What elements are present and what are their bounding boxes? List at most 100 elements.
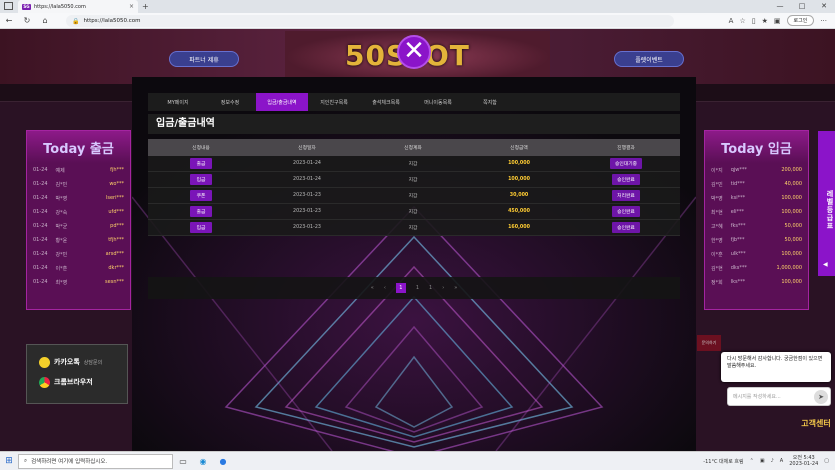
page-button[interactable]: 1	[416, 285, 419, 291]
last-page-button[interactable]: »	[454, 285, 457, 291]
edge-icon[interactable]: ◉	[193, 457, 213, 466]
cell-date: 2023-01-24	[293, 177, 321, 182]
lock-icon: 🔒	[72, 17, 80, 25]
withdrawal-name: 강*민	[55, 251, 68, 258]
modal-tab[interactable]: 입금/출금내역	[256, 93, 308, 111]
cell-status: 승인완료	[572, 222, 680, 233]
volume-icon[interactable]: ♪	[771, 458, 774, 464]
deposit-row: 한*영 fjb*** 50,000	[705, 233, 808, 247]
modal-tab[interactable]: MY페이지	[152, 93, 204, 111]
deposit-amount: 1,000,000	[776, 265, 802, 271]
cell-amount: 100,000	[508, 161, 530, 166]
inquiry-button[interactable]: 문의하기	[697, 335, 721, 351]
site-favicon-icon: SG	[22, 3, 31, 10]
browser-tab[interactable]: SG https://lala5050.com ×	[18, 0, 138, 13]
withdrawal-row: 01-24 박*균 pd***	[27, 219, 130, 233]
withdrawal-name: 박*영	[55, 195, 68, 202]
withdrawal-date: 01-24	[33, 195, 48, 201]
partner-button[interactable]: 파트너 제휴	[169, 51, 239, 67]
back-icon[interactable]: ←	[0, 16, 18, 25]
tray-chevron-icon[interactable]: ⌃	[750, 458, 754, 464]
chrome-taskbar-icon[interactable]: ●	[213, 457, 233, 466]
modal-tab[interactable]: 정보수정	[204, 93, 256, 111]
cell-account: 지갑	[408, 210, 418, 215]
deposit-user: lks***	[730, 279, 746, 285]
deposit-today-panel: Today 입금 이*지 qjw*** 200,000 김*민 tid*** 40,000…	[704, 130, 809, 310]
chat-input[interactable]: 메시지를 작성하세요... ➤	[727, 387, 831, 406]
network-icon[interactable]: ▣	[760, 458, 765, 464]
withdrawal-row: 01-24 강*민 arsd***	[27, 247, 130, 261]
transaction-table: 신청내용 신청일자 신청계좌 신청금액 진행결과 출금 2023-01-24 지갑 1…	[148, 139, 680, 236]
system-tray: -11°C 대체로 흐림 ⌃ ▣ ♪ A 오전 5:43 2023-01-24 …	[703, 455, 835, 467]
next-page-button[interactable]: ›	[442, 285, 444, 291]
send-icon[interactable]: ➤	[814, 389, 828, 404]
deposit-user: dks***	[730, 265, 747, 271]
weather-status[interactable]: -11°C 대체로 흐림	[703, 458, 743, 465]
deposit-amount: 100,000	[781, 195, 802, 201]
taskbar-search[interactable]: ⌕ 검색하려면 여기에 입력하십시오.	[18, 453, 173, 469]
table-row: 출금 2023-01-23 지갑 450,000 승인완료	[148, 204, 680, 220]
withdrawal-user: tfjh***	[108, 237, 124, 243]
notification-icon[interactable]: ▢	[824, 458, 829, 464]
task-view-icon[interactable]: ▭	[173, 457, 193, 466]
table-row: 출금 2023-01-24 지갑 100,000 승인대기중	[148, 156, 680, 172]
deposit-name: 이*훈	[711, 251, 723, 258]
deposit-row: 김*현 dks*** 1,000,000	[705, 261, 808, 275]
minimize-icon[interactable]: —	[769, 0, 791, 13]
withdrawal-user: pd***	[110, 223, 124, 229]
kakao-link[interactable]: 카카오톡 상담문의	[27, 352, 127, 372]
clock[interactable]: 오전 5:43 2023-01-24	[789, 455, 818, 467]
table-row: 입금 2023-01-23 지갑 160,000 승인완료	[148, 220, 680, 236]
cell-account: 지갑	[408, 162, 418, 167]
col-header-type: 신청내용	[192, 146, 210, 151]
modal-tab[interactable]: 머니이동목록	[412, 93, 464, 111]
page-button-current[interactable]: 1	[395, 283, 406, 293]
close-window-icon[interactable]: ✕	[813, 0, 835, 13]
maximize-icon[interactable]: □	[791, 0, 813, 13]
login-button[interactable]: 로그인	[786, 15, 815, 26]
cell-type: 쿠폰	[148, 190, 254, 201]
prev-page-button[interactable]: ‹	[384, 285, 386, 291]
chat-input-placeholder: 메시지를 작성하세요...	[733, 394, 781, 400]
type-badge: 출금	[189, 158, 213, 169]
read-aloud-icon[interactable]: A	[729, 17, 734, 25]
tab-close-icon[interactable]: ×	[129, 3, 134, 10]
deposit-amount: 50,000	[784, 237, 803, 243]
cell-account: 지갑	[408, 226, 418, 231]
url-bar[interactable]: 🔒 https://lala5050.com	[66, 15, 674, 27]
col-header-date: 신청일자	[298, 146, 316, 151]
home-icon[interactable]: ⌂	[36, 16, 54, 25]
first-page-button[interactable]: «	[371, 285, 374, 291]
new-tab-button[interactable]: +	[142, 2, 149, 11]
cell-amount: 30,000	[509, 193, 529, 198]
withdrawal-user: fjh***	[110, 167, 124, 173]
url-text: https://lala5050.com	[83, 18, 141, 24]
table-header: 신청내용 신청일자 신청계좌 신청금액 진행결과	[148, 139, 680, 156]
status-badge: 승인대기중	[609, 158, 643, 169]
cell-type: 출금	[148, 206, 254, 217]
deposit-row: 정*희 lks*** 100,000	[705, 275, 808, 289]
page-button[interactable]: 1	[429, 285, 432, 291]
favorite-star-icon[interactable]: ☆	[739, 17, 745, 25]
refresh-icon[interactable]: ↻	[18, 16, 36, 25]
withdrawal-date: 01-24	[33, 167, 48, 173]
chrome-link[interactable]: 크롬브라우저	[27, 372, 127, 392]
collections-icon[interactable]: ▣	[774, 17, 781, 25]
cell-amount: 100,000	[508, 177, 530, 182]
chat-logo[interactable]: 고객센터	[800, 418, 832, 440]
ime-indicator[interactable]: A	[780, 458, 783, 464]
windows-start-icon[interactable]: ⊞	[0, 456, 18, 466]
modal-tab[interactable]: 출석체크목록	[360, 93, 412, 111]
window-menu-icon[interactable]	[4, 2, 13, 10]
more-icon[interactable]: ···	[820, 17, 827, 25]
modal-tab[interactable]: 쪽지함	[464, 93, 516, 111]
status-badge: 승인완료	[612, 206, 640, 217]
favorites-icon[interactable]: ★	[762, 17, 768, 25]
modal-tab[interactable]: 지인친구목록	[308, 93, 360, 111]
cell-amount: 160,000	[508, 225, 530, 230]
modal-close-button[interactable]: ✕	[397, 35, 431, 69]
deposit-amount: 40,000	[784, 181, 803, 187]
split-screen-icon[interactable]: ▯	[752, 17, 756, 25]
level-chart-tab[interactable]: 레벨등급표 ◀	[818, 131, 835, 276]
event-button[interactable]: 플렛이벤트	[614, 51, 684, 67]
